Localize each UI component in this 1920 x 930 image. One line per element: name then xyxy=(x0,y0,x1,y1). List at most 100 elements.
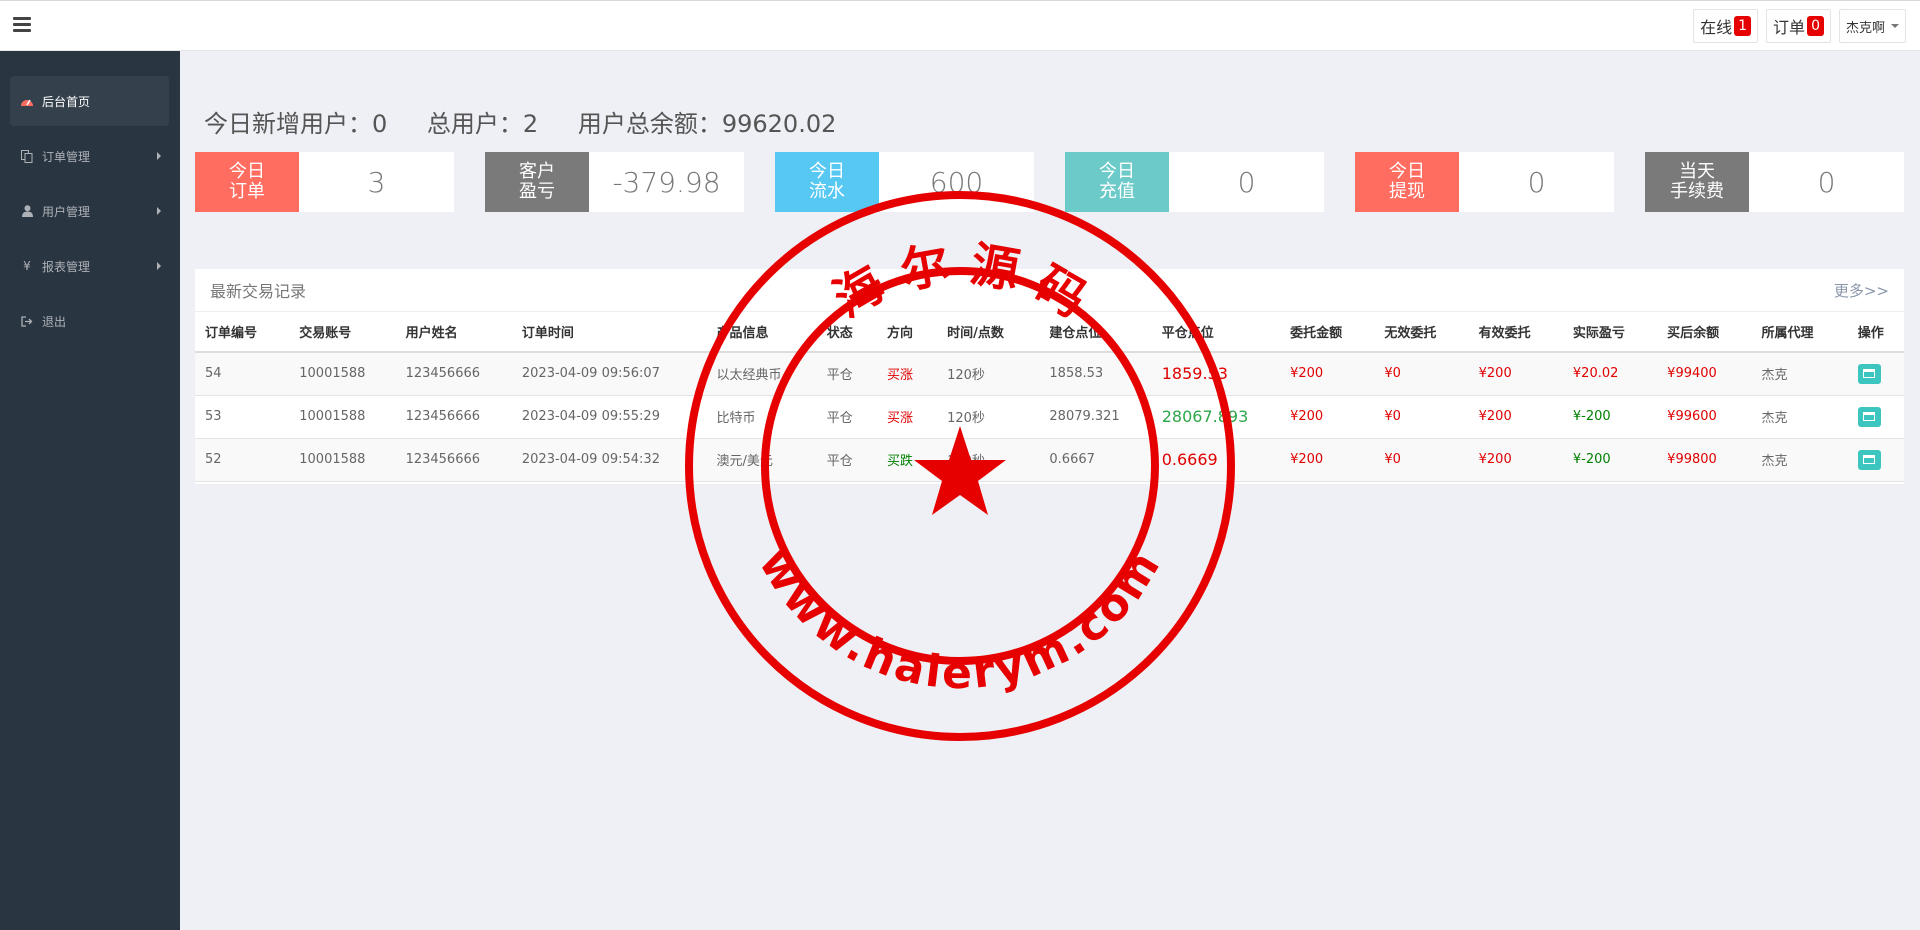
column-header: 产品信息 xyxy=(706,312,817,353)
card-label-line1: 今日 xyxy=(809,161,845,182)
menu-toggle-icon[interactable] xyxy=(13,17,31,32)
card-label: 今日 充值 xyxy=(1065,152,1169,212)
table-cell: 平仓 xyxy=(816,395,877,439)
column-header: 时间/点数 xyxy=(937,312,1040,353)
table-cell: ¥-200 xyxy=(1562,395,1658,439)
table-cell: 10001588 xyxy=(289,395,396,439)
column-header: 操作 xyxy=(1847,312,1904,353)
user-name: 杰克啊 xyxy=(1845,20,1885,36)
table-cell: ¥99600 xyxy=(1657,395,1752,439)
table-cell: 123456666 xyxy=(395,438,512,482)
list-icon xyxy=(1863,369,1876,379)
card-label: 当天 手续费 xyxy=(1645,152,1749,212)
table-row: 52 10001588 123456666 2023-04-09 09:54:32 澳元… xyxy=(195,438,1904,482)
stat-card-today-withdraw: 今日 提现 0 xyxy=(1355,152,1614,212)
table-cell: 28067.893 xyxy=(1151,395,1281,439)
card-label: 今日 订单 xyxy=(195,152,299,212)
orders-count-badge: 0 xyxy=(1807,16,1824,36)
table-cell xyxy=(1847,352,1904,396)
card-value: 0 xyxy=(1527,165,1546,199)
caret-right-icon xyxy=(157,207,161,215)
card-label-line2: 手续费 xyxy=(1670,181,1724,202)
table-cell: 0.6667 xyxy=(1039,438,1152,482)
column-header: 委托金额 xyxy=(1280,312,1375,353)
sidebar-item-label: 报表管理 xyxy=(42,259,91,274)
table-row: 53 10001588 123456666 2023-04-09 09:55:29 比特… xyxy=(195,395,1904,439)
table-cell: ¥99400 xyxy=(1657,352,1752,396)
table-cell: 平仓 xyxy=(816,438,877,482)
sidebar-item-label: 用户管理 xyxy=(42,204,91,219)
table-cell: 买跌 xyxy=(876,438,938,482)
caret-down-icon xyxy=(1891,24,1899,28)
trades-table: 订单编号 交易账号 用户姓名 订单时间 产品信息 状态 方向 时间/点数 建仓点位 平仓点位 委托金… xyxy=(195,312,1904,482)
column-header: 订单时间 xyxy=(511,312,707,353)
column-header: 所属代理 xyxy=(1751,312,1848,353)
sidebar-item-label: 后台首页 xyxy=(42,94,91,109)
sidebar: 后台首页 订单管理 用户管理 ¥ 报表管理 退出 xyxy=(0,51,180,930)
stat-card-today-flow: 今日 流水 600 xyxy=(775,152,1034,212)
card-value: 3 xyxy=(367,165,386,199)
yen-icon: ¥ xyxy=(23,259,31,273)
user-menu-button[interactable]: 杰克啊 xyxy=(1838,9,1906,43)
orders-button[interactable]: 订单 0 xyxy=(1766,9,1831,43)
card-label-line2: 充值 xyxy=(1099,181,1135,202)
table-cell: ¥200 xyxy=(1280,395,1375,439)
sidebar-item-home[interactable]: 后台首页 xyxy=(10,76,169,126)
card-label: 客户 盈亏 xyxy=(485,152,589,212)
table-cell: ¥200 xyxy=(1280,438,1375,482)
table-cell: ¥200 xyxy=(1280,352,1375,396)
sidebar-item-logout[interactable]: 退出 xyxy=(10,296,169,346)
column-header: 有效委托 xyxy=(1468,312,1563,353)
caret-right-icon xyxy=(157,152,161,160)
table-cell: 杰克 xyxy=(1751,395,1848,439)
column-header: 实际盈亏 xyxy=(1562,312,1658,353)
stat-card-today-recharge: 今日 充值 0 xyxy=(1065,152,1324,212)
panel-title: 最新交易记录 xyxy=(210,282,307,301)
online-label: 在线 xyxy=(1700,18,1733,37)
table-cell: ¥200 xyxy=(1468,395,1563,439)
table-cell: ¥99800 xyxy=(1657,438,1752,482)
view-details-button[interactable] xyxy=(1857,406,1881,427)
stats-summary: 今日新增用户：0 总用户：2 用户总余额：99620.02 xyxy=(204,104,868,139)
new-users-stat: 今日新增用户：0 xyxy=(204,110,388,138)
table-cell: 买涨 xyxy=(876,352,938,396)
card-label-line2: 盈亏 xyxy=(519,181,555,202)
sign-out-icon xyxy=(20,314,34,328)
table-cell: 123456666 xyxy=(395,395,512,439)
sidebar-item-users[interactable]: 用户管理 xyxy=(10,186,169,236)
column-header: 用户姓名 xyxy=(395,312,512,353)
card-value: 600 xyxy=(929,165,984,199)
column-header: 状态 xyxy=(816,312,877,353)
online-button[interactable]: 在线 1 xyxy=(1693,9,1759,43)
table-cell: 杰克 xyxy=(1751,352,1848,396)
top-bar: 在线 1 订单 0 杰克啊 xyxy=(0,0,1920,51)
more-link[interactable]: 更多>> xyxy=(1834,280,1889,301)
table-cell xyxy=(1847,395,1904,439)
table-header-row: 订单编号 交易账号 用户姓名 订单时间 产品信息 状态 方向 时间/点数 建仓点位 平仓点位 委托金… xyxy=(195,312,1904,353)
card-value: 0 xyxy=(1817,165,1836,199)
stat-card-today-orders: 今日 订单 3 xyxy=(195,152,454,212)
table-cell: ¥0 xyxy=(1374,438,1469,482)
table-cell: 28079.321 xyxy=(1039,395,1152,439)
view-details-button[interactable] xyxy=(1857,363,1881,384)
table-cell: 1858.53 xyxy=(1039,352,1152,396)
orders-label: 订单 xyxy=(1773,18,1806,37)
table-cell: 2023-04-09 09:55:29 xyxy=(511,395,707,439)
table-cell xyxy=(1847,438,1904,482)
sidebar-item-orders[interactable]: 订单管理 xyxy=(10,131,169,181)
card-label: 今日 流水 xyxy=(775,152,879,212)
table-cell: 54 xyxy=(195,352,290,396)
list-icon xyxy=(1863,455,1876,464)
table-cell: 杰克 xyxy=(1751,438,1848,482)
copy-icon xyxy=(20,149,34,163)
stat-card-daily-fee: 当天 手续费 0 xyxy=(1645,152,1904,212)
card-label-line2: 订单 xyxy=(229,181,265,202)
sidebar-item-reports[interactable]: ¥ 报表管理 xyxy=(10,241,169,291)
table-cell: 120秒 xyxy=(937,352,1040,396)
view-details-button[interactable] xyxy=(1857,449,1881,470)
table-cell: 10001588 xyxy=(289,352,396,396)
stat-card-customer-pl: 客户 盈亏 -379.98 xyxy=(485,152,744,212)
card-value: 0 xyxy=(1237,165,1256,199)
card-label-line1: 当天 xyxy=(1679,161,1715,182)
card-label-line1: 今日 xyxy=(229,161,265,182)
